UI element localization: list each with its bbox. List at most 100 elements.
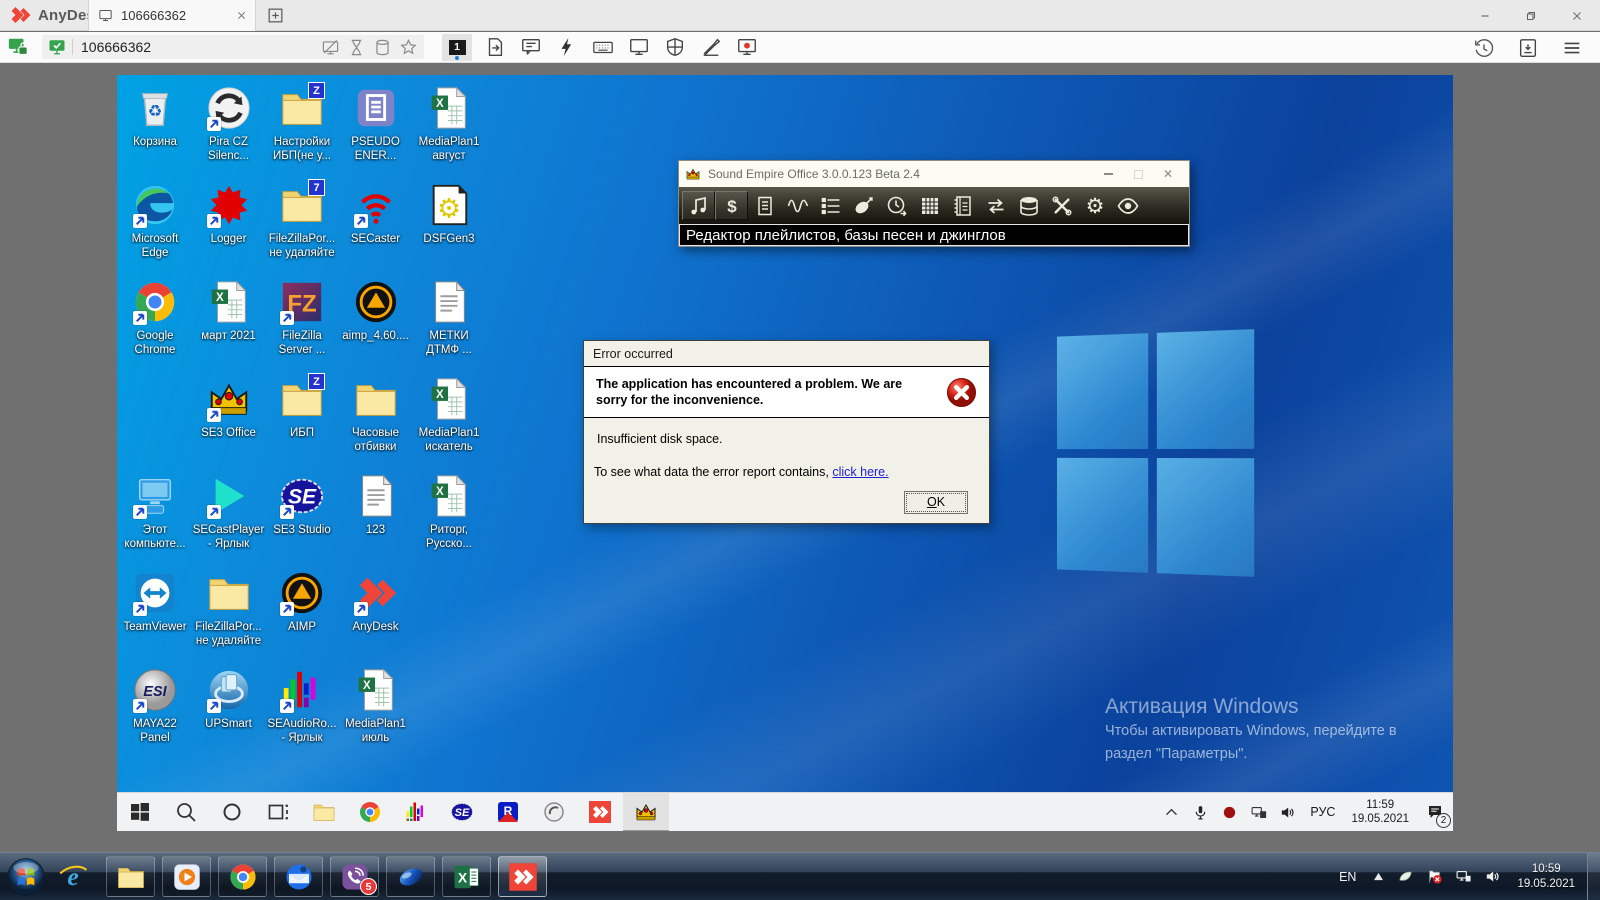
desktop-icon-dsfgen3[interactable]: ⚙DSFGen3	[412, 182, 486, 246]
desktop-icon-google-chrome[interactable]: Google Chrome	[118, 279, 192, 357]
desktop-icon-metki-dtmf[interactable]: МЕТКИ ДТМФ ...	[412, 279, 486, 357]
se-minimize-button[interactable]	[1093, 165, 1123, 183]
show-desktop-button[interactable]	[1587, 853, 1600, 900]
keyboard-icon[interactable]	[592, 36, 614, 58]
host-taskbar-chrome[interactable]	[218, 856, 267, 897]
storage-icon[interactable]	[373, 38, 392, 57]
action-center-button[interactable]: 2	[1417, 793, 1453, 832]
desktop-icon-se3-studio[interactable]: SESE3 Studio	[265, 473, 339, 537]
desktop-icon-this-pc[interactable]: Этот компьюте...	[118, 473, 192, 551]
desktop-icon-filezilla-portable[interactable]: 7FileZillaPor... не удаляйте	[265, 182, 339, 260]
desktop-icon-filezilla-server[interactable]: FZFileZilla Server ...	[265, 279, 339, 357]
remote-taskbar-task-view[interactable]	[255, 793, 301, 832]
desktop-icon-recycle-bin[interactable]: ♻Корзина	[118, 85, 192, 149]
recording-dot-icon[interactable]	[1221, 804, 1238, 821]
host-taskbar-media-player[interactable]	[162, 856, 211, 897]
remote-taskbar-r-app[interactable]: R	[485, 793, 531, 832]
host-taskbar-thunderbird[interactable]	[274, 856, 323, 897]
desktop-icon-anydesk[interactable]: AnyDesk	[339, 570, 413, 634]
display-settings-icon[interactable]	[628, 36, 650, 58]
remote-language-indicator[interactable]: РУС	[1310, 805, 1335, 819]
remote-taskbar-pira-cz[interactable]	[531, 793, 577, 832]
desktop-icon-mediaplan1-august[interactable]: XMediaPlan1 август	[412, 85, 486, 163]
host-network-icon[interactable]	[1455, 868, 1472, 885]
action-center-flag-icon[interactable]	[1426, 868, 1443, 885]
menu-icon[interactable]	[1561, 37, 1583, 59]
sound-empire-window[interactable]: Sound Empire Office 3.0.0.123 Beta 2.4 ✕…	[678, 160, 1190, 247]
remote-clock[interactable]: 11:59 19.05.2021	[1351, 798, 1409, 826]
se-toolbar-log-icon[interactable]	[946, 191, 979, 220]
se-toolbar-playlist-icon[interactable]	[814, 191, 847, 220]
restore-button[interactable]	[1508, 0, 1554, 31]
desktop-icon-secaster[interactable]: SECaster	[339, 182, 413, 246]
desktop-icon-nastroyki-ibp[interactable]: ZНастройки ИБП(не у...	[265, 85, 339, 163]
host-leaf-icon[interactable]	[1397, 868, 1414, 885]
permissions-shield-icon[interactable]	[664, 36, 686, 58]
new-session-tab-button[interactable]	[266, 6, 285, 25]
favorite-star-icon[interactable]	[399, 38, 418, 57]
se-toolbar-tools-icon[interactable]	[1045, 191, 1078, 220]
tab-close-icon[interactable]	[236, 10, 247, 21]
desktop-icon-maya22-panel[interactable]: ESIMAYA22 Panel	[118, 667, 192, 745]
remote-taskbar-start[interactable]	[117, 793, 163, 832]
se-toolbar-music-icon[interactable]	[682, 191, 715, 220]
remote-taskbar-anydesk[interactable]	[577, 793, 623, 832]
host-taskbar-blue-app[interactable]	[386, 856, 435, 897]
host-taskbar-anydesk[interactable]	[498, 856, 547, 897]
se-toolbar-settings-icon[interactable]: ⚙	[1078, 191, 1111, 220]
host-taskbar-viber[interactable]: 5	[330, 856, 379, 897]
desktop-icon-pseudo-ener[interactable]: PSEUDO ENER...	[339, 85, 413, 163]
desktop-icon-filezilla-portable-2[interactable]: FileZillaPor... не удаляйте	[192, 570, 266, 648]
desktop-icon-mart-2021[interactable]: Xмарт 2021	[192, 279, 266, 343]
se-toolbar-money-icon[interactable]: $	[715, 191, 748, 220]
history-icon[interactable]	[1473, 37, 1495, 59]
host-taskbar-excel[interactable]: X	[442, 856, 491, 897]
remote-taskbar-se3-studio[interactable]: SE	[439, 793, 485, 832]
session-record-icon[interactable]	[736, 36, 758, 58]
remote-taskbar-cortana[interactable]	[209, 793, 255, 832]
se-close-button[interactable]: ✕	[1153, 165, 1183, 183]
volume-icon[interactable]	[1279, 804, 1296, 821]
desktop-icon-doc-123[interactable]: 123	[339, 473, 413, 537]
host-clock[interactable]: 10:59 19.05.2021	[1517, 862, 1575, 892]
host-volume-icon[interactable]	[1484, 868, 1501, 885]
desktop-icon-secastplayer[interactable]: SECastPlayer - Ярлык	[192, 473, 266, 551]
hourglass-icon[interactable]	[347, 38, 366, 57]
desktop-icon-aimp[interactable]: AIMP	[265, 570, 339, 634]
desktop-icon-microsoft-edge[interactable]: Microsoft Edge	[118, 182, 192, 260]
desktop-icon-pira-cz-silencer[interactable]: Pira CZ Silenc...	[192, 85, 266, 163]
actions-lightning-icon[interactable]	[556, 36, 578, 58]
se-toolbar-broadcast-icon[interactable]	[847, 191, 880, 220]
desktop-icon-upsmart[interactable]: UPSmart	[192, 667, 266, 731]
se-toolbar-grid-icon[interactable]	[913, 191, 946, 220]
ok-button[interactable]: OK	[904, 491, 968, 514]
remote-taskbar-search[interactable]	[163, 793, 209, 832]
desktop-icon-ibp[interactable]: ZИБП	[265, 376, 339, 440]
monitor-off-icon[interactable]	[321, 38, 340, 57]
address-bar[interactable]: 106666362	[42, 35, 424, 59]
se-maximize-button[interactable]	[1123, 165, 1153, 183]
network-icon[interactable]	[1250, 804, 1267, 821]
remote-taskbar-file-explorer[interactable]	[301, 793, 347, 832]
desktop-icon-teamviewer[interactable]: TeamViewer	[118, 570, 192, 634]
file-transfer-icon[interactable]	[484, 36, 506, 58]
close-button[interactable]	[1554, 0, 1600, 31]
desktop-icon-chasovye-otbivki[interactable]: Часовые отбивки	[339, 376, 413, 454]
click-here-link[interactable]: click here.	[832, 465, 888, 479]
remote-taskbar-seaudiorouter[interactable]	[393, 793, 439, 832]
session-tab[interactable]: 106666362	[88, 0, 256, 31]
se-toolbar-view-icon[interactable]	[1111, 191, 1144, 220]
se-toolbar-waveform-icon[interactable]	[781, 191, 814, 220]
hidden-icons-chevron[interactable]	[1163, 804, 1180, 821]
address-book-icon[interactable]	[1517, 37, 1539, 59]
whiteboard-pen-icon[interactable]	[700, 36, 722, 58]
error-dialog[interactable]: Error occurred The application has encou…	[583, 340, 990, 524]
desktop-icon-ritorg[interactable]: XРиторг, Русско...	[412, 473, 486, 551]
host-taskbar-explorer[interactable]	[106, 856, 155, 897]
se-toolbar-scheduler-icon[interactable]	[880, 191, 913, 220]
host-hidden-icons-chevron[interactable]	[1373, 872, 1384, 881]
se-toolbar-document-icon[interactable]	[748, 191, 781, 220]
desktop-icon-se3-office[interactable]: SE3 Office	[192, 376, 266, 440]
chat-icon[interactable]	[520, 36, 542, 58]
host-start-button[interactable]	[6, 857, 46, 897]
